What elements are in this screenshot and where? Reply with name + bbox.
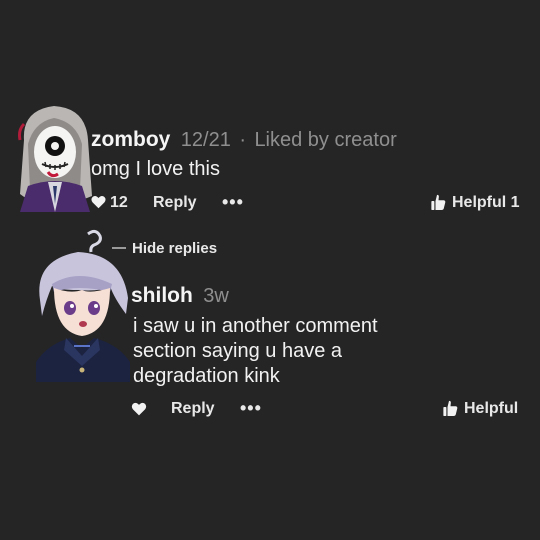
reply-button[interactable]: Reply xyxy=(153,194,197,212)
reply-text-line: section saying u have a xyxy=(133,340,343,362)
comment-date: 12/21 xyxy=(180,129,231,151)
liked-by-creator-label: Liked by creator xyxy=(254,129,397,151)
reply-header: shiloh 3w xyxy=(131,284,229,308)
username[interactable]: zomboy xyxy=(91,128,170,151)
more-options-button[interactable]: ••• xyxy=(222,192,244,213)
hide-replies-button[interactable]: Hide replies xyxy=(132,240,217,257)
reply-age: 3w xyxy=(203,285,229,307)
commenter-avatar[interactable] xyxy=(14,100,96,212)
reply-avatar[interactable] xyxy=(30,228,136,382)
comment-text: omg I love this xyxy=(91,158,220,180)
comment-header: zomboy 12/21 · Liked by creator xyxy=(91,128,397,152)
purple-hair-avatar-icon xyxy=(36,229,130,382)
helpful-button[interactable]: Helpful 1 xyxy=(452,194,520,212)
thumbs-up-icon[interactable] xyxy=(431,194,446,211)
comments-screen: zomboy 12/21 · Liked by creator omg I lo… xyxy=(0,0,540,540)
reply-heart-icon[interactable] xyxy=(131,402,147,416)
reply-username[interactable]: shiloh xyxy=(131,284,193,307)
reply-text-line: i saw u in another comment xyxy=(133,315,378,337)
reply-text: i saw u in another comment section sayin… xyxy=(133,314,378,389)
zombie-avatar-icon xyxy=(18,106,92,212)
heart-icon[interactable] xyxy=(91,195,106,209)
reply-thumbs-up-icon[interactable] xyxy=(443,400,458,417)
reply-more-options-button[interactable]: ••• xyxy=(240,398,262,419)
reply-reply-button[interactable]: Reply xyxy=(171,400,215,418)
like-count: 12 xyxy=(110,194,128,211)
reply-helpful-button[interactable]: Helpful xyxy=(464,400,518,418)
separator-dot: · xyxy=(239,129,246,151)
reply-text-line: degradation kink xyxy=(133,365,280,387)
